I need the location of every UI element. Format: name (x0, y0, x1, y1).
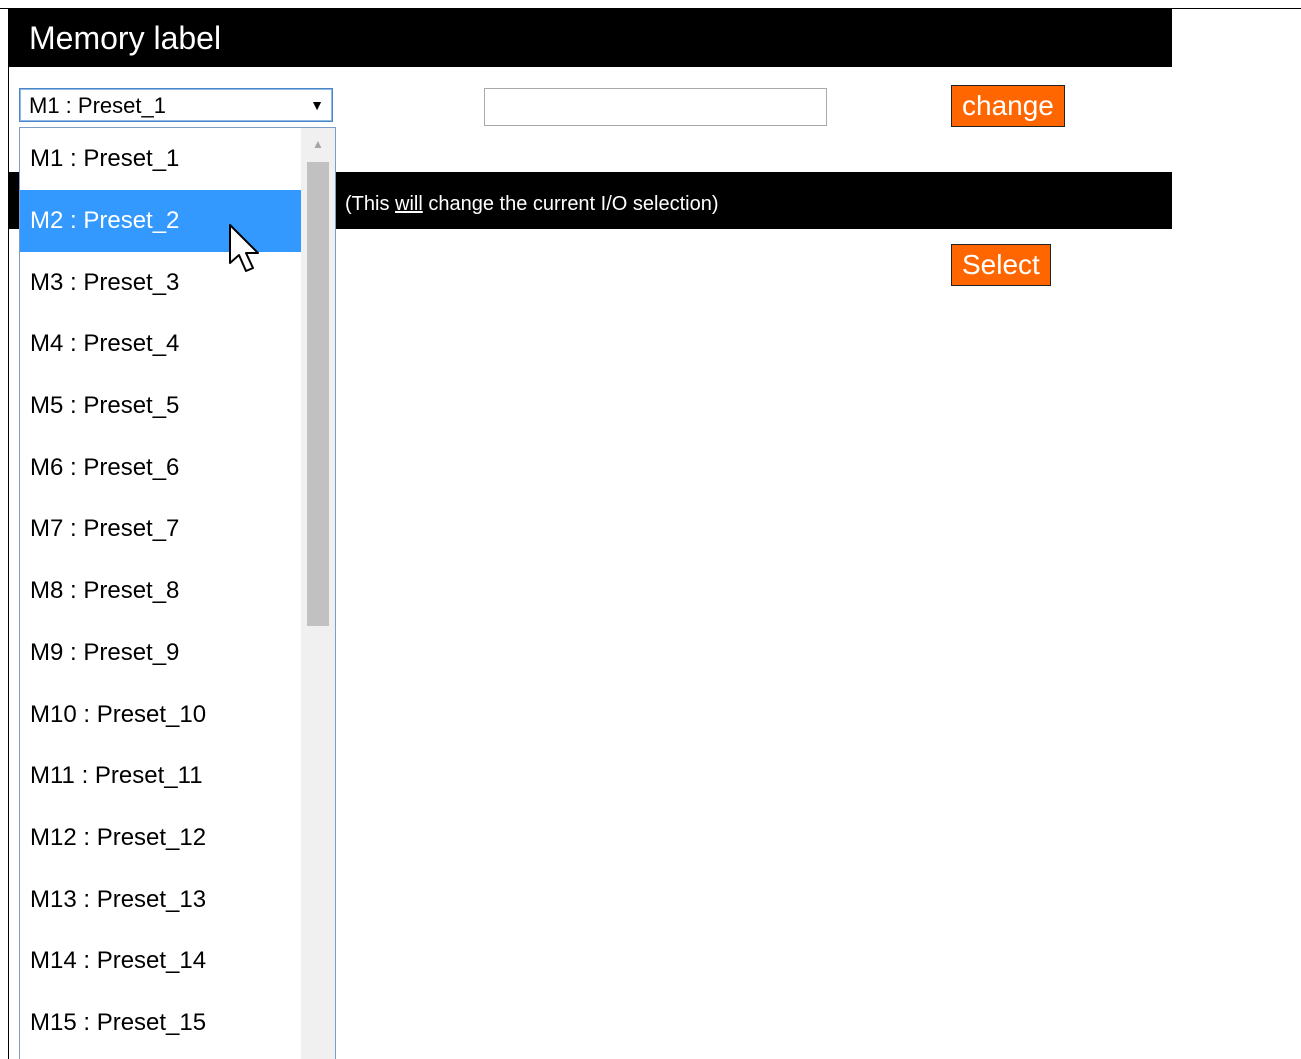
memory-label-input[interactable] (484, 88, 827, 126)
scrollbar-thumb[interactable] (307, 162, 329, 626)
memory-label-header: Memory label (9, 9, 1172, 67)
dropdown-option[interactable]: M4 : Preset_4 (20, 313, 302, 375)
dropdown-options: M1 : Preset_1 M2 : Preset_2 M3 : Preset_3 M… (20, 128, 302, 1054)
dropdown-option[interactable]: M5 : Preset_5 (20, 375, 302, 437)
note-emphasis: will (395, 193, 423, 215)
scroll-up-arrow-icon[interactable]: ▲ (301, 134, 335, 154)
select-button[interactable]: Select (951, 244, 1051, 286)
change-button[interactable]: change (951, 85, 1065, 127)
note-prefix: (This (345, 193, 395, 215)
dropdown-option[interactable]: M8 : Preset_8 (20, 560, 302, 622)
dropdown-option[interactable]: M14 : Preset_14 (20, 930, 302, 992)
dropdown-option[interactable]: M15 : Preset_15 (20, 992, 302, 1054)
dropdown-option[interactable]: M13 : Preset_13 (20, 869, 302, 931)
dropdown-option[interactable]: M12 : Preset_12 (20, 807, 302, 869)
memory-label-title: Memory label (29, 20, 222, 56)
note-suffix: change the current I/O selection) (422, 193, 719, 215)
dropdown-option[interactable]: M6 : Preset_6 (20, 437, 302, 499)
page-border-left (8, 8, 9, 1059)
dropdown-option[interactable]: M2 : Preset_2 (20, 190, 302, 252)
dropdown-option[interactable]: M9 : Preset_9 (20, 622, 302, 684)
memory-dropdown-list[interactable]: M1 : Preset_1 M2 : Preset_2 M3 : Preset_3 M… (19, 127, 336, 1059)
memory-select-value: M1 : Preset_1 (29, 93, 166, 118)
dropdown-option[interactable]: M11 : Preset_11 (20, 745, 302, 807)
dropdown-option[interactable]: M7 : Preset_7 (20, 498, 302, 560)
io-selection-note: (This will change the current I/O select… (345, 192, 719, 216)
dropdown-arrow-icon: ▼ (310, 97, 324, 113)
dropdown-option[interactable]: M3 : Preset_3 (20, 252, 302, 314)
memory-select[interactable]: M1 : Preset_1 ▼ (19, 88, 333, 122)
page: Memory label M1 : Preset_1 ▼ change (Thi… (0, 0, 1301, 1059)
dropdown-scrollbar[interactable]: ▲ (301, 128, 335, 1059)
dropdown-option[interactable]: M1 : Preset_1 (20, 128, 302, 190)
dropdown-option[interactable]: M10 : Preset_10 (20, 684, 302, 746)
